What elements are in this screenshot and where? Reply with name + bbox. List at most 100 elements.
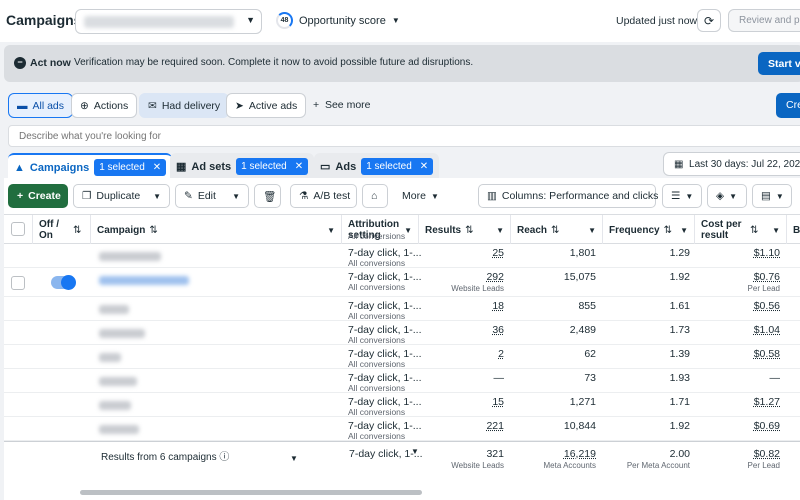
attribution-sub: All conversions <box>348 282 406 292</box>
account-name-redacted <box>84 16 234 28</box>
campaign-name-redacted[interactable] <box>99 276 189 285</box>
totals-frequency: 2.00 <box>669 448 690 460</box>
reach-value: 10,844 <box>563 420 596 432</box>
sort-icon: ⇅ <box>551 224 560 236</box>
chevron-down-icon: ▼ <box>496 225 504 235</box>
filter-all-ads[interactable]: ▬ All ads <box>8 93 74 118</box>
chevron-down-icon: ▼ <box>430 191 439 201</box>
table-row[interactable]: 7-day click, 1-... All conversions 18 855 1.… <box>4 297 800 321</box>
horizontal-scrollbar[interactable] <box>80 490 422 495</box>
campaign-name-redacted <box>99 329 145 338</box>
table-row[interactable]: 7-day click, 1-... All conversions 292 Webs… <box>4 268 800 297</box>
verification-banner: − Act now Verification may be required s… <box>4 45 800 82</box>
totals-label: Results from 6 campaigns ⓘ <box>101 448 229 463</box>
delete-button[interactable]: 🗑 <box>254 184 281 208</box>
duplicate-button[interactable]: ❐ Duplicate ▼ <box>73 184 170 208</box>
chevron-down-icon: ▼ <box>685 191 694 201</box>
row-checkbox[interactable] <box>11 276 25 290</box>
refresh-button[interactable]: ⟳ <box>697 9 721 32</box>
col-cost-per-result[interactable]: Cost per result ⇅ ▼ <box>695 215 787 245</box>
chevron-down-icon: ▼ <box>327 225 335 235</box>
chevron-down-icon[interactable]: ▼ <box>290 454 298 463</box>
selected-badge[interactable]: 1 selected ✕ <box>94 159 167 176</box>
reports-button[interactable]: ▤ ▼ <box>752 184 792 208</box>
tab-campaigns[interactable]: ▲ Campaigns 1 selected ✕ <box>8 153 173 180</box>
table-row[interactable]: 7-day click, 1-... All conversions 221 10,8… <box>4 417 800 441</box>
tab-ad-sets[interactable]: ▦ Ad sets 1 selected ✕ <box>170 153 315 180</box>
tab-label: Ad sets <box>191 160 232 173</box>
filter-active-ads[interactable]: ➤ Active ads <box>226 93 307 118</box>
reach-value: 15,075 <box>563 271 596 283</box>
info-icon[interactable]: ⓘ <box>219 452 229 463</box>
review-publish-button[interactable]: Review and publish <box>728 9 800 32</box>
table-row[interactable]: 7-day click, 1-... All conversions 25 1,801… <box>4 244 800 268</box>
col-off-on[interactable]: Off / On ⇅ <box>33 215 91 245</box>
filter-bar: ▬ All ads ⊕ Actions ✉ Had delivery ➤ Act… <box>0 89 800 121</box>
selected-badge[interactable]: 1 selected ✕ <box>236 158 309 175</box>
results-sub: Website Leads <box>451 284 504 293</box>
totals-results: 321 <box>486 448 504 460</box>
columns-button[interactable]: ▥ Columns: Performance and clicks ▼ <box>478 184 671 208</box>
start-verification-button[interactable]: Start verification <box>758 52 800 75</box>
cost-value: $1.04 <box>753 324 780 336</box>
tab-label: Ads <box>335 160 357 173</box>
search-input[interactable] <box>9 126 409 146</box>
ab-test-button[interactable]: ⚗ A/B test <box>290 184 357 208</box>
toggle-knob <box>61 275 76 290</box>
chevron-down-icon[interactable]: ▼ <box>153 192 161 201</box>
flask-icon: ⚗ <box>299 190 309 202</box>
close-icon[interactable]: ✕ <box>295 161 303 172</box>
frequency-value: 1.73 <box>669 324 690 336</box>
tab-label: Campaigns <box>29 161 90 174</box>
tag-button[interactable]: ⌂ <box>362 184 388 208</box>
col-frequency[interactable]: Frequency ⇅ ▼ <box>603 215 695 245</box>
see-more-button[interactable]: + See more <box>313 99 371 111</box>
account-selector[interactable]: ▼ <box>75 9 262 34</box>
col-next[interactable]: B <box>787 215 800 245</box>
columns-icon: ▥ <box>487 190 497 202</box>
reach-value: 62 <box>584 348 596 360</box>
results-value: 15 <box>492 396 504 408</box>
select-all-checkbox[interactable] <box>11 222 25 236</box>
edit-button[interactable]: ✎ Edit ▼ <box>175 184 249 208</box>
col-label: Reach <box>517 224 548 236</box>
calendar-icon: ▦ <box>674 159 684 170</box>
filter-had-delivery[interactable]: ✉ Had delivery <box>139 93 230 118</box>
chevron-down-icon: ▼ <box>772 225 780 235</box>
refresh-icon: ⟳ <box>703 13 715 28</box>
chevron-down-icon[interactable]: ▼ <box>232 192 240 201</box>
opportunity-score[interactable]: 48 Opportunity score ▼ <box>276 12 400 29</box>
create-button-top[interactable]: Create <box>776 93 800 118</box>
date-range-picker[interactable]: ▦ Last 30 days: Jul 22, 2026 – Aug 20, 2… <box>663 152 800 176</box>
selected-badge[interactable]: 1 selected ✕ <box>361 158 434 175</box>
filter-label: Actions <box>93 99 129 112</box>
col-results[interactable]: Results ⇅ ▼ <box>419 215 511 245</box>
table-row[interactable]: 7-day click, 1-... All conversions 36 2,489… <box>4 321 800 345</box>
filter-actions[interactable]: ⊕ Actions <box>71 93 138 118</box>
table-row[interactable]: 7-day click, 1-... All conversions —73 1.93… <box>4 369 800 393</box>
see-more-label: See more <box>324 99 371 111</box>
totals-results-sub: Website Leads <box>451 461 504 470</box>
layers-icon: ◈ <box>716 190 725 202</box>
close-icon[interactable]: ✕ <box>153 162 161 173</box>
campaign-name-redacted <box>99 252 161 261</box>
results-value: 221 <box>486 420 504 432</box>
campaigns-icon: ▲ <box>14 161 25 174</box>
table-row[interactable]: 7-day click, 1-... All conversions 2 62 1.39… <box>4 345 800 369</box>
campaign-toggle[interactable] <box>51 275 76 290</box>
col-campaign[interactable]: Campaign ⇅ ▼ <box>91 215 342 245</box>
table-row[interactable]: 7-day click, 1-... All conversions 15 1,271… <box>4 393 800 417</box>
reach-value: 73 <box>584 372 596 384</box>
campaign-name-redacted <box>99 305 129 314</box>
close-icon[interactable]: ✕ <box>420 161 428 172</box>
create-button[interactable]: + Create <box>8 184 68 208</box>
reach-value: 855 <box>578 300 596 312</box>
layers-button[interactable]: ◈ ▼ <box>707 184 747 208</box>
filter-label: Had delivery <box>161 99 221 112</box>
totals-label-text: Results from 6 campaigns <box>101 452 217 463</box>
breakdown-button[interactable]: ☰ ▼ <box>662 184 702 208</box>
col-reach[interactable]: Reach ⇅ ▼ <box>511 215 603 245</box>
cost-value: $0.69 <box>753 420 780 432</box>
tab-ads[interactable]: ▭ Ads 1 selected ✕ <box>314 153 440 180</box>
more-button[interactable]: More ▼ <box>394 184 448 208</box>
